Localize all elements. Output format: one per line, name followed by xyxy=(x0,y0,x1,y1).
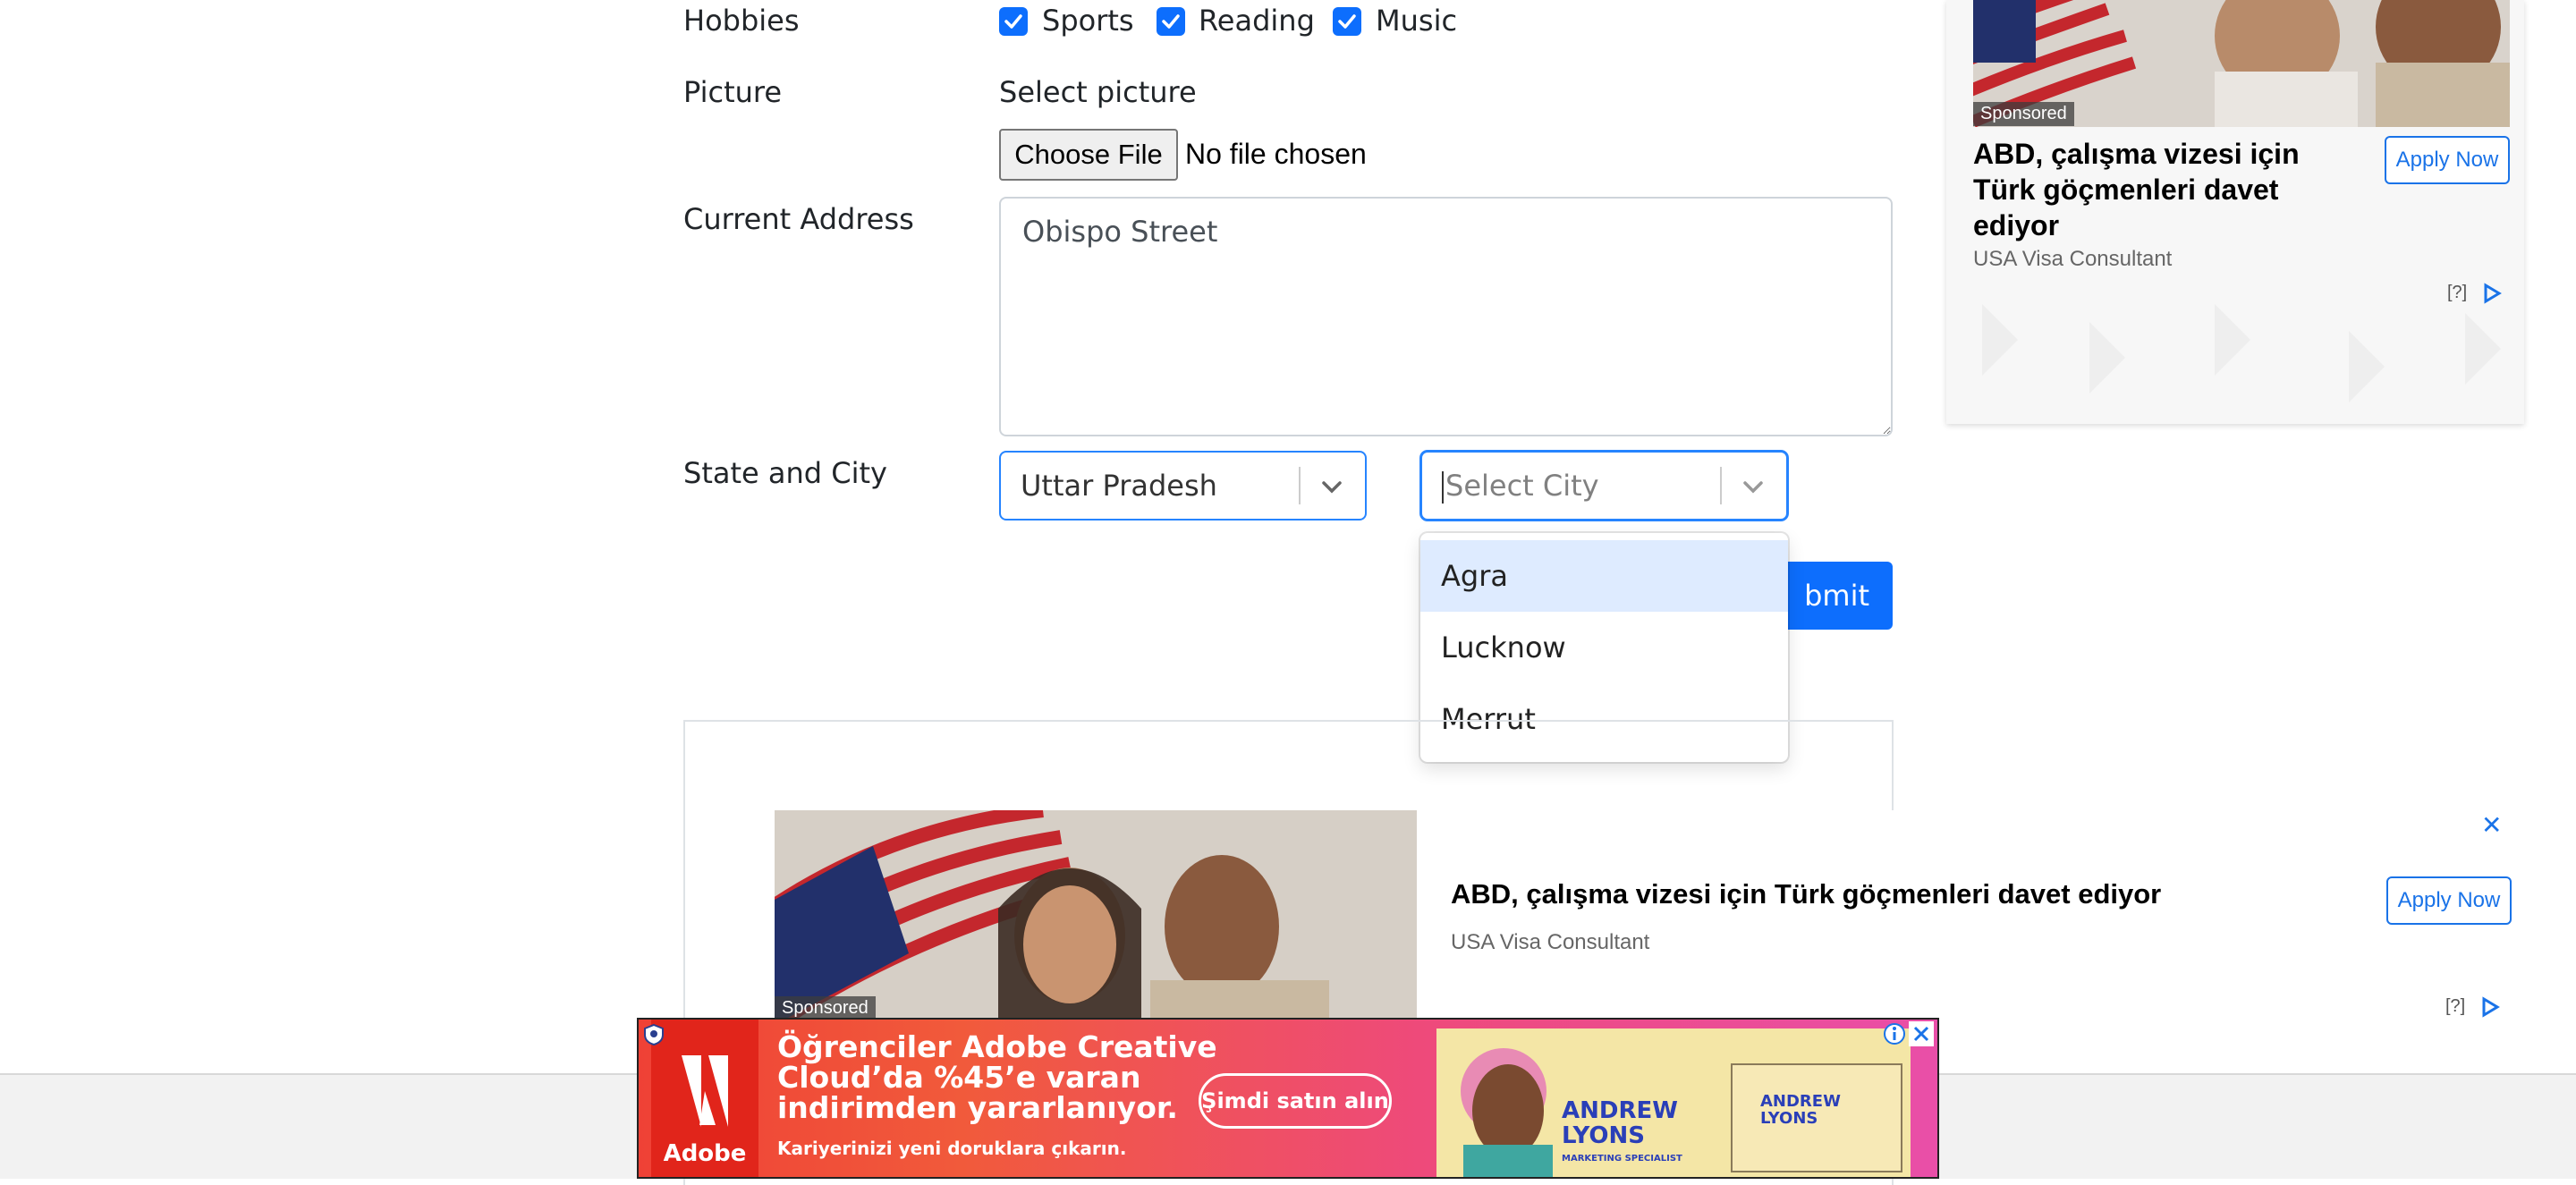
state-select-value: Uttar Pradesh xyxy=(1021,469,1217,503)
inline-ad-help[interactable]: [?] xyxy=(2445,996,2465,1017)
info-icon[interactable] xyxy=(1882,1021,1907,1046)
inline-ad[interactable]: Sponsored ABD, çalışma vizesi için Türk … xyxy=(775,810,2512,1025)
banner-headline-line: Öğrenciler Adobe Creative xyxy=(777,1029,1217,1064)
inline-ad-advertiser: USA Visa Consultant xyxy=(1451,930,1650,954)
music-label[interactable]: Music xyxy=(1376,4,1457,38)
adobe-banner-ad[interactable]: Adobe Öğrenciler Adobe Creative Cloud’da… xyxy=(637,1018,1939,1179)
inline-ad-image[interactable]: Sponsored xyxy=(775,810,1417,1025)
persona-name-small: ANDREW LYONS xyxy=(1760,1093,1841,1127)
check-icon xyxy=(1162,14,1180,29)
state-city-label: State and City xyxy=(683,456,887,490)
state-select[interactable]: Uttar Pradesh xyxy=(999,451,1367,521)
side-ad-sponsored: Sponsored xyxy=(1973,102,2074,126)
city-select-input[interactable]: Select City xyxy=(1442,469,1599,504)
adobe-logo-icon: Adobe xyxy=(651,1020,758,1177)
side-ad-apply-button[interactable]: Apply Now xyxy=(2385,136,2510,184)
adchoices-icon[interactable] xyxy=(2481,283,2503,304)
inline-ad-title[interactable]: ABD, çalışma vizesi için Türk göçmenleri… xyxy=(1451,878,2161,910)
persona-name-line: ANDREW xyxy=(1562,1097,1678,1124)
reading-label[interactable]: Reading xyxy=(1199,4,1315,38)
side-ad[interactable]: Sponsored ABD, çalışma vizesi için Türk … xyxy=(1946,0,2524,424)
side-ad-advertiser: USA Visa Consultant xyxy=(1973,247,2173,271)
sports-checkbox[interactable] xyxy=(999,7,1028,36)
banner-persona-image: ANDREW LYONS MARKETING SPECIALIST ANDREW… xyxy=(1436,1028,1911,1177)
submit-label: bmit xyxy=(1804,579,1869,613)
side-ad-image[interactable]: Sponsored xyxy=(1973,0,2510,127)
side-ad-help[interactable]: [?] xyxy=(2447,283,2467,303)
adchoices-icon[interactable] xyxy=(2479,996,2501,1018)
banner-subline: Kariyerinizi yeni doruklara çıkarın. xyxy=(777,1138,1127,1159)
side-ad-title[interactable]: ABD, çalışma vizesi için Türk göçmenleri… xyxy=(1973,136,2349,243)
chevron-down-icon[interactable] xyxy=(1319,476,1344,497)
flag-couple-image xyxy=(775,810,1417,1025)
shield-icon xyxy=(644,1023,664,1046)
file-status: No file chosen xyxy=(1185,138,1367,170)
close-icon[interactable]: ✕ xyxy=(2481,810,2502,840)
side-ad-title-line: ABD, çalışma vizesi için xyxy=(1973,138,2300,170)
city-placeholder: Select City xyxy=(1445,469,1599,503)
inline-ad-apply-button[interactable]: Apply Now xyxy=(2386,876,2512,925)
picture-hint: Select picture xyxy=(999,75,1197,109)
chevron-down-icon[interactable] xyxy=(1741,476,1766,497)
side-ad-title-line: ediyor xyxy=(1973,209,2060,241)
check-icon xyxy=(1004,14,1022,29)
check-icon xyxy=(1338,14,1356,29)
persona-name-line: ANDREW xyxy=(1760,1092,1841,1111)
inline-ad-sponsored: Sponsored xyxy=(775,996,876,1020)
city-option-agra[interactable]: Agra xyxy=(1420,540,1788,612)
banner-buy-button[interactable]: Şimdi satın alın xyxy=(1199,1073,1392,1129)
ad-background-pattern xyxy=(1982,304,2501,402)
persona-name-line: LYONS xyxy=(1562,1122,1646,1149)
music-checkbox[interactable] xyxy=(1333,7,1361,36)
picture-label: Picture xyxy=(683,75,783,109)
text-caret xyxy=(1442,471,1444,504)
hobbies-label: Hobbies xyxy=(683,4,800,38)
close-icon[interactable] xyxy=(1909,1021,1934,1046)
choose-file-button[interactable]: Choose File xyxy=(999,129,1178,181)
current-address-textarea[interactable] xyxy=(999,197,1893,436)
banner-headline-line: Cloud’da %45’e varan xyxy=(777,1060,1141,1095)
persona-title: MARKETING SPECIALIST xyxy=(1562,1154,1682,1164)
persona-name-line: LYONS xyxy=(1760,1109,1818,1128)
reading-checkbox[interactable] xyxy=(1157,7,1185,36)
current-address-label: Current Address xyxy=(683,202,914,236)
city-option-lucknow[interactable]: Lucknow xyxy=(1420,612,1788,683)
city-select[interactable]: Select City xyxy=(1420,451,1788,521)
sports-label[interactable]: Sports xyxy=(1042,4,1134,38)
adobe-brand-text: Adobe xyxy=(664,1140,747,1167)
banner-headline-line: indirimden yararlanıyor. xyxy=(777,1090,1178,1125)
side-ad-title-line: Türk göçmenleri davet xyxy=(1973,174,2279,206)
persona-name: ANDREW LYONS xyxy=(1562,1098,1678,1148)
banner-headline: Öğrenciler Adobe Creative Cloud’da %45’e… xyxy=(777,1032,1217,1123)
select-separator xyxy=(1299,467,1301,504)
select-separator xyxy=(1720,467,1722,504)
